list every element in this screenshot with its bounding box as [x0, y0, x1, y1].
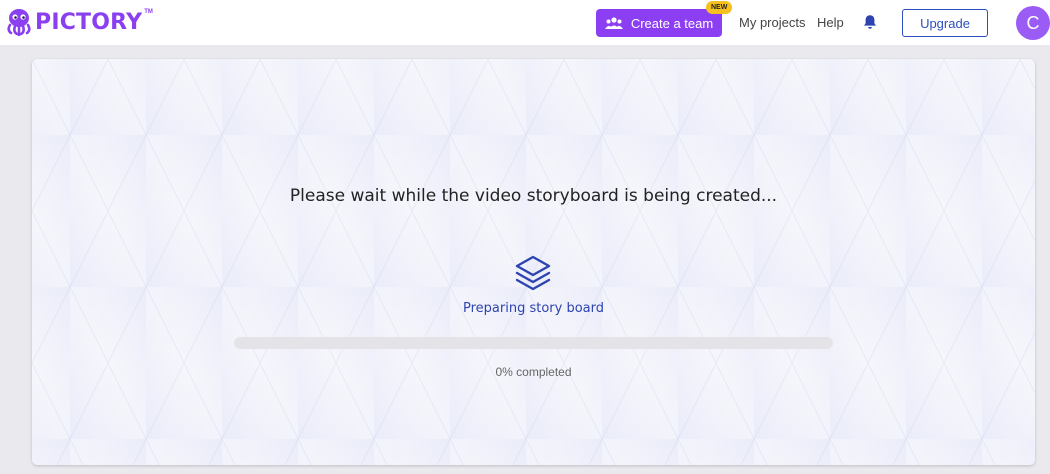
storyboard-loading-panel: Please wait while the video storyboard i…	[32, 59, 1035, 465]
create-team-button[interactable]: Create a team	[596, 9, 722, 37]
new-badge: NEW	[706, 1, 733, 14]
create-team-label: Create a team	[630, 15, 714, 31]
upgrade-button[interactable]: Upgrade	[902, 9, 988, 37]
progress-text: 0% completed	[495, 365, 572, 379]
top-navbar: PICTORY TM Create a team NEW My projects…	[0, 0, 1050, 45]
logo-wordmark: PICTORY	[35, 9, 143, 35]
progress-bar	[234, 337, 833, 349]
layers-icon	[515, 255, 551, 291]
help-link[interactable]: Help	[817, 15, 844, 30]
wait-message: Please wait while the video storyboard i…	[289, 186, 778, 206]
team-icon	[604, 17, 623, 29]
octopus-logo-icon	[7, 9, 31, 36]
pictory-logo[interactable]: PICTORY TM	[6, 6, 154, 38]
user-avatar[interactable]: C	[1016, 6, 1050, 40]
logo-trademark: TM	[144, 9, 153, 15]
status-label: Preparing story board	[462, 301, 604, 316]
my-projects-link[interactable]: My projects	[739, 15, 805, 30]
bell-icon[interactable]	[862, 14, 878, 30]
